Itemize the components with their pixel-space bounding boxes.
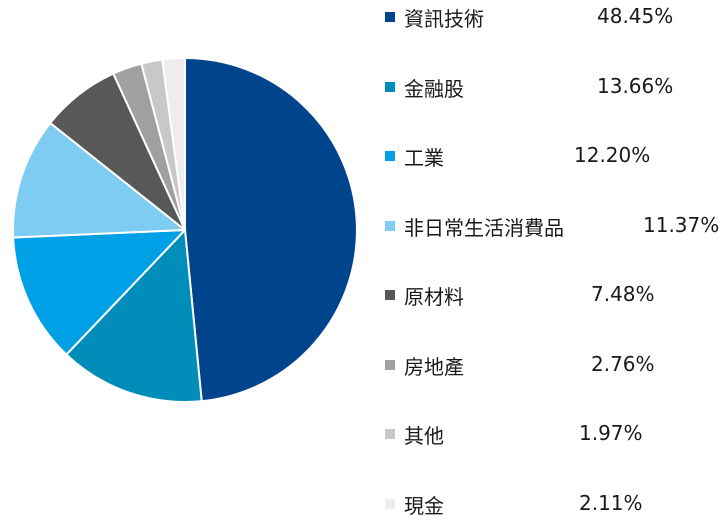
legend: 資訊技術 48.45% 金融股 13.66% 工業 12.20% 非日常生活消費… — [0, 0, 726, 527]
legend-label: 工業 — [404, 145, 444, 170]
legend-swatch — [385, 429, 395, 439]
legend-label: 房地產 — [404, 354, 464, 379]
legend-item-it: 資訊技術 — [385, 2, 484, 32]
legend-swatch — [385, 221, 395, 231]
legend-swatch — [385, 290, 395, 300]
legend-item-consumer-discretionary: 非日常生活消費品 — [385, 211, 564, 241]
legend-swatch — [385, 82, 395, 92]
legend-item-financials: 金融股 — [385, 72, 464, 102]
legend-item-materials: 原材料 — [385, 280, 464, 310]
data-label-value: 2.76% — [591, 352, 655, 376]
data-label-value: 48.45% — [597, 4, 674, 28]
data-label-value: 2.11% — [579, 491, 643, 515]
legend-label: 金融股 — [404, 76, 464, 101]
data-label-value: 11.37% — [643, 213, 720, 237]
legend-swatch — [385, 12, 395, 22]
data-label-value: 12.20% — [574, 143, 651, 167]
legend-item-real-estate: 房地產 — [385, 350, 464, 380]
legend-item-cash: 現金 — [385, 489, 444, 519]
legend-label: 原材料 — [404, 284, 464, 309]
legend-label: 資訊技術 — [404, 6, 484, 31]
data-label-value: 7.48% — [591, 282, 655, 306]
legend-label: 其他 — [404, 423, 444, 448]
data-label-value: 13.66% — [597, 74, 674, 98]
legend-label: 非日常生活消費品 — [404, 215, 564, 240]
legend-item-industrials: 工業 — [385, 141, 444, 171]
data-label-value: 1.97% — [579, 421, 643, 445]
legend-label: 現金 — [404, 493, 444, 518]
legend-swatch — [385, 499, 395, 509]
legend-swatch — [385, 151, 395, 161]
legend-item-others: 其他 — [385, 419, 444, 449]
legend-swatch — [385, 360, 395, 370]
